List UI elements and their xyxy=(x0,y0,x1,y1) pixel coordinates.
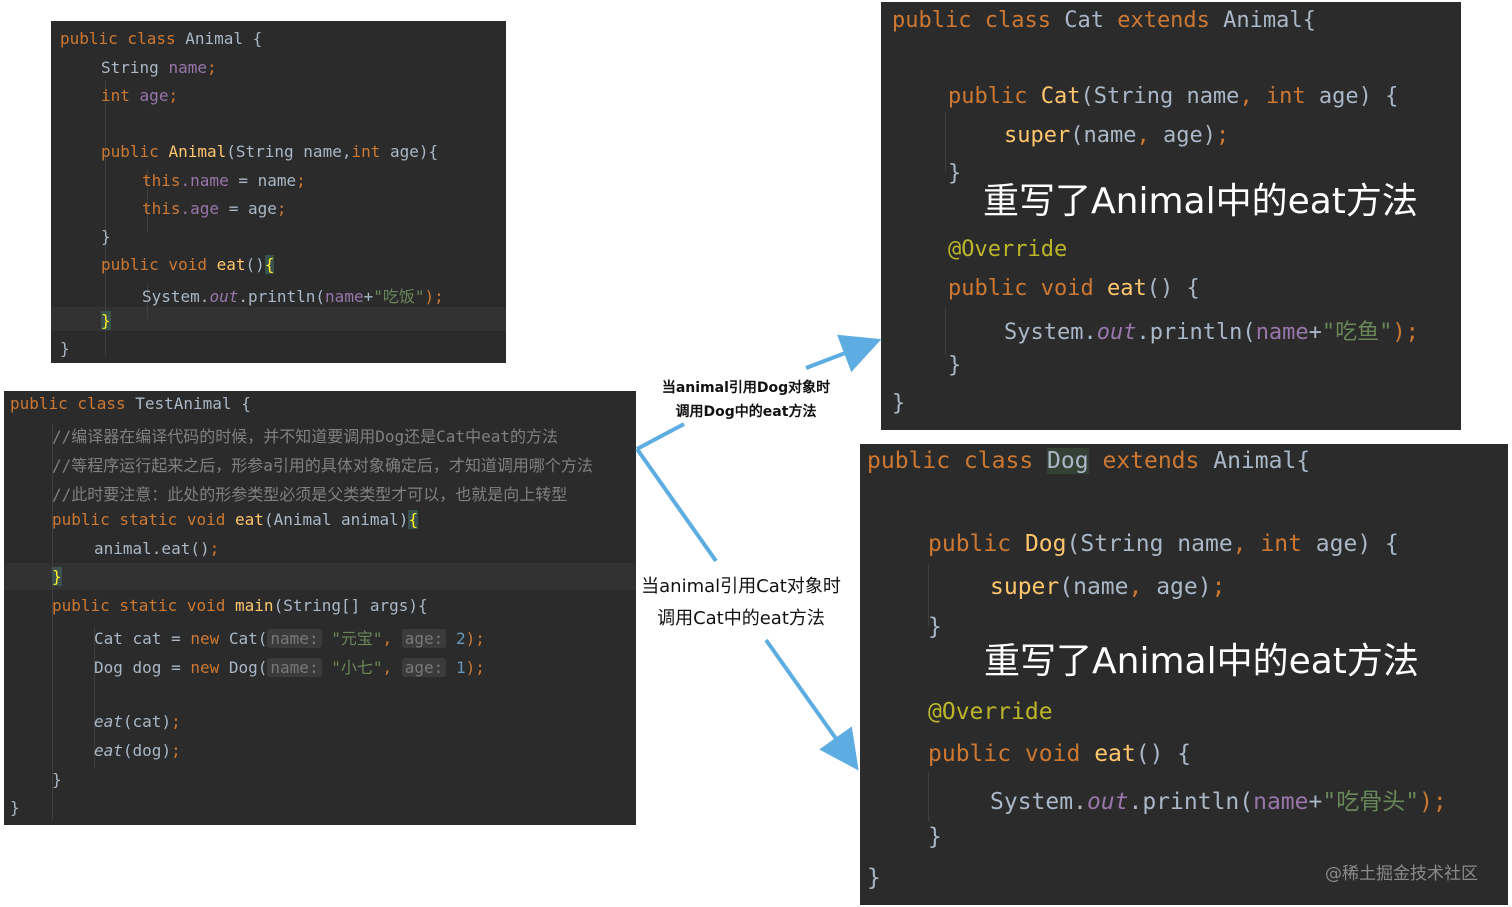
label-line: 当animal引用Cat对象时 xyxy=(641,576,841,597)
flow-arrows xyxy=(635,334,882,771)
arrow-segment xyxy=(635,447,718,563)
arrow-to-cat-panel xyxy=(805,334,882,373)
label-line: 调用Dog中的eat方法 xyxy=(675,404,817,420)
cat-reference-label: 当animal引用Cat对象时 调用Cat中的eat方法 xyxy=(628,571,854,635)
label-line: 调用Cat中的eat方法 xyxy=(657,608,825,629)
label-line: 当animal引用Dog对象时 xyxy=(661,380,831,396)
dog-reference-label: 当animal引用Dog对象时 调用Dog中的eat方法 xyxy=(648,376,844,424)
arrow-to-dog-panel xyxy=(764,638,859,771)
arrow-segment xyxy=(636,422,685,451)
